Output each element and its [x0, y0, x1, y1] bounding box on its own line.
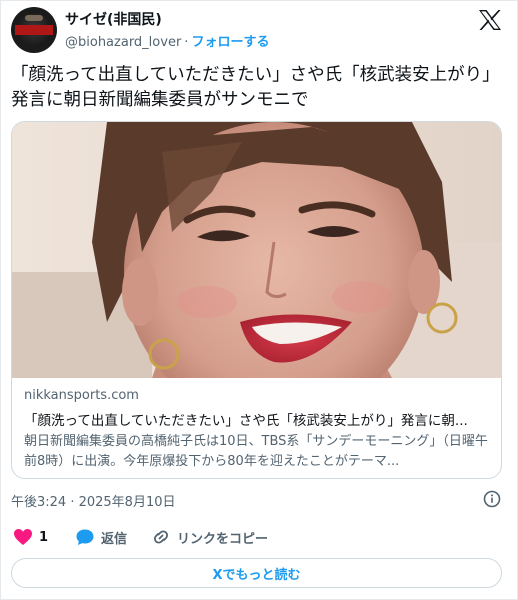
tweet-text: 「顔洗って出直していただきたい」さや氏「核武装安上がり」発言に朝日新聞編集委員が… — [11, 65, 500, 110]
like-count: 1 — [39, 529, 49, 545]
copy-link-label: リンクをコピー — [177, 531, 269, 547]
avatar[interactable] — [11, 7, 57, 53]
info-icon[interactable] — [483, 490, 501, 508]
link-preview-card[interactable]: nikkansports.com 「顔洗って出直していただきたい」さや氏「核武装… — [11, 121, 502, 479]
tweet-embed: サイゼ(非国民) @biohazard_lover · フォローする 「顔洗って出直… — [0, 0, 518, 600]
heart-icon — [14, 529, 32, 545]
reply-label: 返信 — [101, 531, 128, 547]
link-title[interactable]: 「顔洗って出直していただきたい」さや氏「核武装安上がり」発言に朝... — [24, 409, 494, 429]
author-handle-row: @biohazard_lover · フォローする — [65, 31, 269, 50]
avatar-figure — [25, 15, 43, 21]
follow-button[interactable]: フォローする — [191, 35, 269, 50]
copy-link-button[interactable]: リンクをコピー — [151, 525, 268, 549]
reply-bubble-icon — [76, 529, 94, 545]
link-preview-image — [12, 122, 501, 378]
link-description: 朝日新聞編集委員の高橋純子氏は10日、TBS系「サンデーモーニング」（日曜午前8… — [24, 434, 488, 469]
read-more-button[interactable]: Xでもっと読む — [11, 558, 502, 588]
separator-dot: · — [184, 35, 189, 50]
author-handle[interactable]: @biohazard_lover — [65, 35, 181, 50]
link-domain: nikkansports.com — [24, 388, 139, 403]
like-button[interactable]: 1 — [13, 525, 48, 549]
tweet-timestamp[interactable]: 午後3:24 · 2025年8月10日 — [11, 491, 176, 510]
tweet-actions: 1 返信 リンクをコピー — [11, 525, 509, 549]
author-display-name[interactable]: サイゼ(非国民) — [65, 9, 162, 29]
link-icon — [153, 530, 169, 544]
reply-button[interactable]: 返信 — [75, 525, 127, 549]
x-logo-icon[interactable] — [478, 9, 502, 31]
avatar-logo-band — [15, 25, 53, 35]
